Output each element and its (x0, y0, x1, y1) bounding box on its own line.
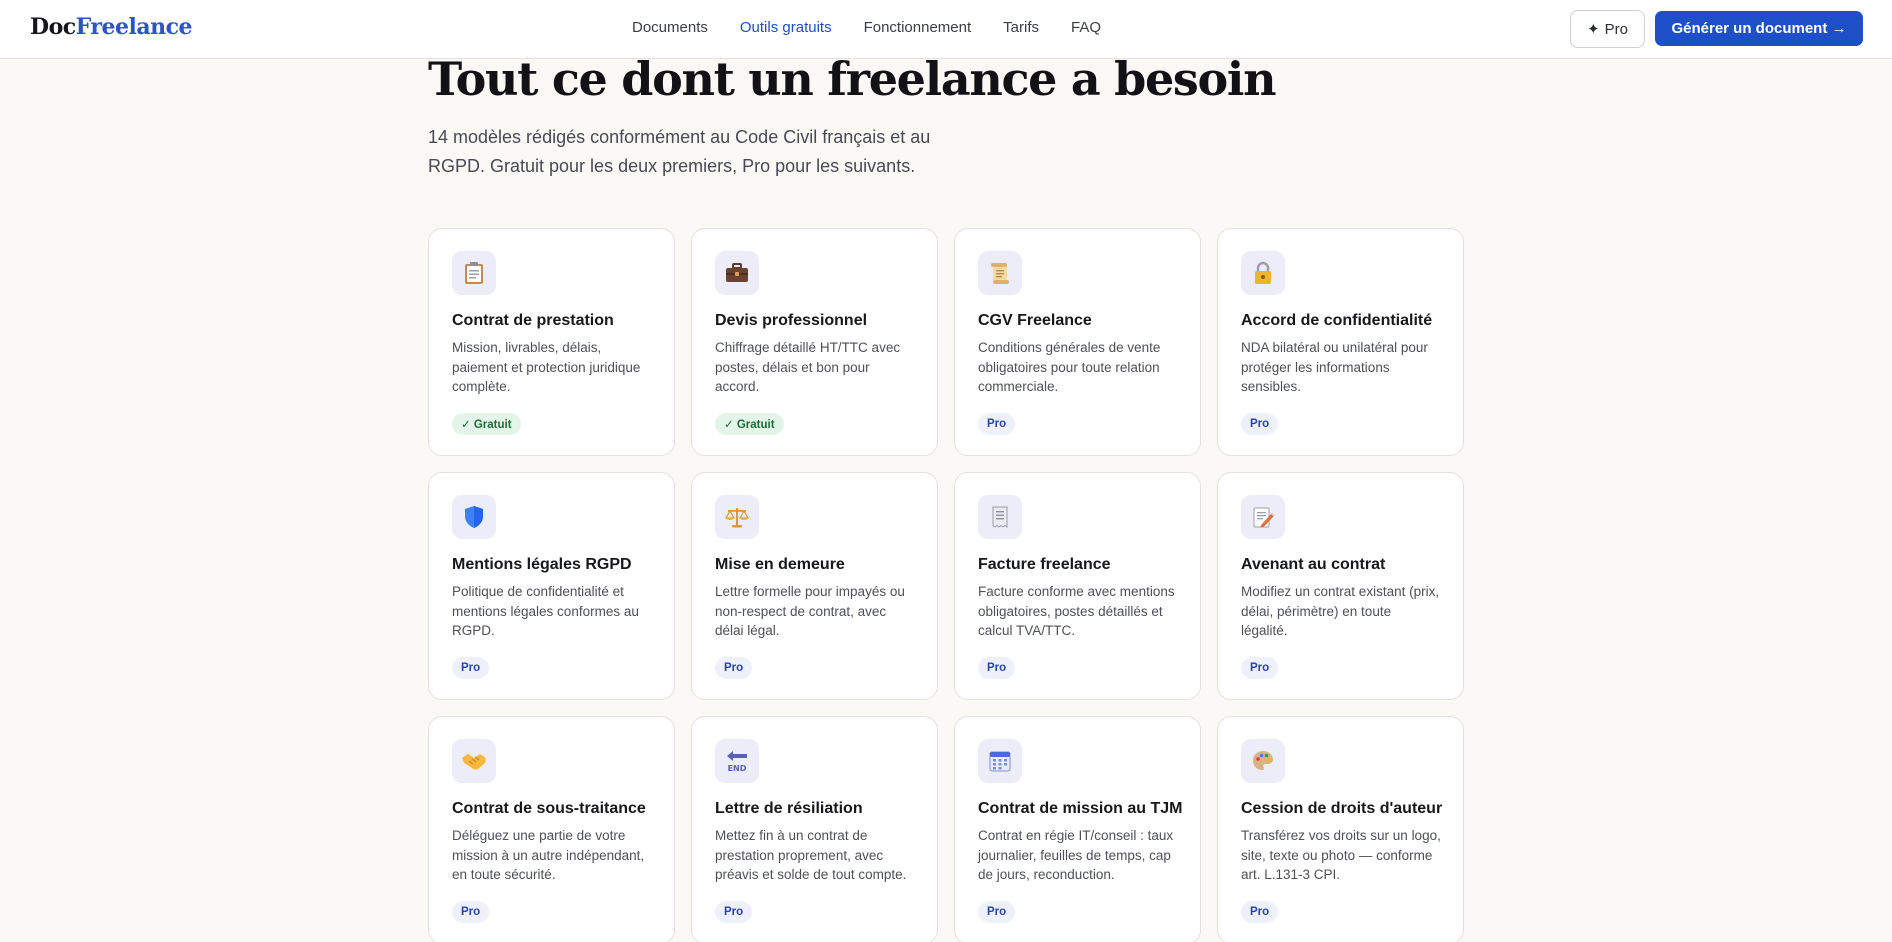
card-contrat-de-sous-traitance[interactable]: Contrat de sous-traitance Déléguez une p… (428, 716, 675, 942)
card-title: Lettre de résiliation (715, 800, 863, 817)
card-title: Cession de droits d'auteur (1241, 800, 1443, 817)
generate-document-button[interactable]: Générer un document → (1655, 11, 1863, 46)
card-lettre-de-resiliation[interactable]: END Lettre de résiliation Mettez fin à u… (691, 716, 938, 942)
balance-scale-icon (715, 495, 759, 539)
palette-icon (1241, 739, 1285, 783)
nav-fonctionnement[interactable]: Fonctionnement (864, 19, 972, 36)
card-contrat-de-mission-au-tjm[interactable]: Contrat de mission au TJM Contrat en rég… (954, 716, 1201, 942)
pro-badge: Pro (715, 901, 753, 923)
nav-outils-gratuits[interactable]: Outils gratuits (740, 19, 832, 36)
main-nav: Documents Outils gratuits Fonctionnement… (632, 19, 1101, 36)
pro-badge: Pro (978, 413, 1016, 435)
card-cgv-freelance[interactable]: CGV Freelance Conditions générales de ve… (954, 228, 1201, 456)
card-description: Facture conforme avec mentions obligatoi… (978, 584, 1175, 638)
nav-documents[interactable]: Documents (632, 19, 708, 36)
pro-badge: Pro (1241, 413, 1279, 435)
receipt-icon (978, 495, 1022, 539)
card-description: Transférez vos droits sur un logo, site,… (1241, 828, 1441, 882)
card-description: NDA bilatéral ou unilatéral pour protége… (1241, 340, 1428, 394)
card-title: Mise en demeure (715, 556, 845, 573)
card-mentions-legales-rgpd[interactable]: Mentions légales RGPD Politique de confi… (428, 472, 675, 700)
nav-tarifs[interactable]: Tarifs (1003, 19, 1039, 36)
card-accord-de-confidentialite[interactable]: Accord de confidentialité NDA bilatéral … (1217, 228, 1464, 456)
card-description: Conditions générales de vente obligatoir… (978, 340, 1161, 394)
card-description: Modifiez un contrat existant (prix, déla… (1241, 584, 1440, 638)
card-title: Contrat de sous-traitance (452, 800, 646, 817)
card-description: Mission, livrables, délais, paiement et … (452, 340, 641, 394)
pro-button-label: Pro (1604, 20, 1628, 38)
free-badge: ✓ Gratuit (452, 413, 521, 435)
pro-badge: Pro (978, 657, 1016, 679)
nav-faq[interactable]: FAQ (1071, 19, 1101, 36)
handshake-icon (452, 739, 496, 783)
card-facture-freelance[interactable]: Facture freelance Facture conforme avec … (954, 472, 1201, 700)
card-title: CGV Freelance (978, 312, 1092, 329)
clipboard-icon (452, 251, 496, 295)
briefcase-icon (715, 251, 759, 295)
card-description: Contrat en régie IT/conseil : taux journ… (978, 828, 1174, 882)
card-title: Devis professionnel (715, 312, 868, 329)
pro-badge: Pro (452, 657, 490, 679)
card-devis-professionnel[interactable]: Devis professionnel Chiffrage détaillé H… (691, 228, 938, 456)
svg-text:END: END (728, 764, 747, 773)
card-description: Mettez fin à un contrat de prestation pr… (715, 828, 907, 882)
pro-button[interactable]: ✦ Pro (1570, 10, 1645, 48)
logo-doc-text: Doc (30, 14, 76, 40)
card-title: Facture freelance (978, 556, 1111, 573)
memo-pencil-icon (1241, 495, 1285, 539)
pro-badge: Pro (978, 901, 1016, 923)
card-contrat-de-prestation[interactable]: Contrat de prestation Mission, livrables… (428, 228, 675, 456)
pro-badge: Pro (1241, 657, 1279, 679)
logo-freelance-text: Freelance (75, 14, 193, 40)
card-description: Chiffrage détaillé HT/TTC avec postes, d… (715, 340, 901, 394)
lock-icon (1241, 251, 1285, 295)
shield-icon (452, 495, 496, 539)
top-navbar: DocFreelance Documents Outils gratuits F… (0, 0, 1892, 59)
pro-badge: Pro (715, 657, 753, 679)
sparkle-icon: ✦ (1587, 21, 1600, 38)
pro-badge: Pro (1241, 901, 1279, 923)
card-title: Accord de confidentialité (1241, 312, 1433, 329)
card-title: Avenant au contrat (1241, 556, 1386, 573)
card-cession-de-droits-dauteur[interactable]: Cession de droits d'auteur Transférez vo… (1217, 716, 1464, 942)
card-description: Politique de confidentialité et mentions… (452, 584, 639, 638)
card-mise-en-demeure[interactable]: Mise en demeure Lettre formelle pour imp… (691, 472, 938, 700)
card-title: Contrat de prestation (452, 312, 614, 329)
card-title: Contrat de mission au TJM (978, 800, 1183, 817)
card-avenant-au-contrat[interactable]: Avenant au contrat Modifiez un contrat e… (1217, 472, 1464, 700)
document-cards-grid: Contrat de prestation Mission, livrables… (428, 228, 1464, 942)
page-subtitle: 14 modèles rédigés conformément au Code … (428, 127, 931, 176)
calendar-icon (978, 739, 1022, 783)
pro-badge: Pro (452, 901, 490, 923)
page-title: Tout ce dont un freelance a besoin (428, 52, 1277, 106)
card-description: Lettre formelle pour impayés ou non-resp… (715, 584, 905, 638)
card-description: Déléguez une partie de votre mission à u… (452, 828, 645, 882)
scroll-icon (978, 251, 1022, 295)
card-title: Mentions légales RGPD (452, 556, 632, 573)
free-badge: ✓ Gratuit (715, 413, 784, 435)
logo[interactable]: DocFreelance (30, 14, 192, 40)
end-arrow-icon: END (715, 739, 759, 783)
